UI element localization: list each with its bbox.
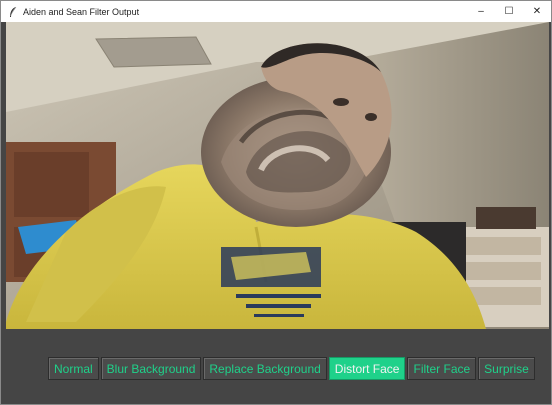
blur-background-button[interactable]: Blur Background <box>100 357 202 380</box>
normal-button[interactable]: Normal <box>48 357 99 380</box>
distort-face-button[interactable]: Distort Face <box>328 357 406 380</box>
video-feed <box>6 22 549 329</box>
filter-face-button[interactable]: Filter Face <box>407 357 477 380</box>
minimize-button[interactable]: – <box>467 1 495 22</box>
app-window: Aiden and Sean Filter Output – ☐ ✕ Norma… <box>0 0 552 405</box>
title-bar[interactable]: Aiden and Sean Filter Output – ☐ ✕ <box>1 1 551 22</box>
feather-icon <box>5 1 21 22</box>
maximize-button[interactable]: ☐ <box>495 1 523 22</box>
close-button[interactable]: ✕ <box>523 1 551 22</box>
window-title: Aiden and Sean Filter Output <box>23 6 140 17</box>
filter-toolbar: Normal Blur Background Replace Backgroun… <box>48 357 535 380</box>
surprise-button[interactable]: Surprise <box>478 357 535 380</box>
replace-background-button[interactable]: Replace Background <box>203 357 327 380</box>
control-panel: Normal Blur Background Replace Backgroun… <box>6 331 549 404</box>
